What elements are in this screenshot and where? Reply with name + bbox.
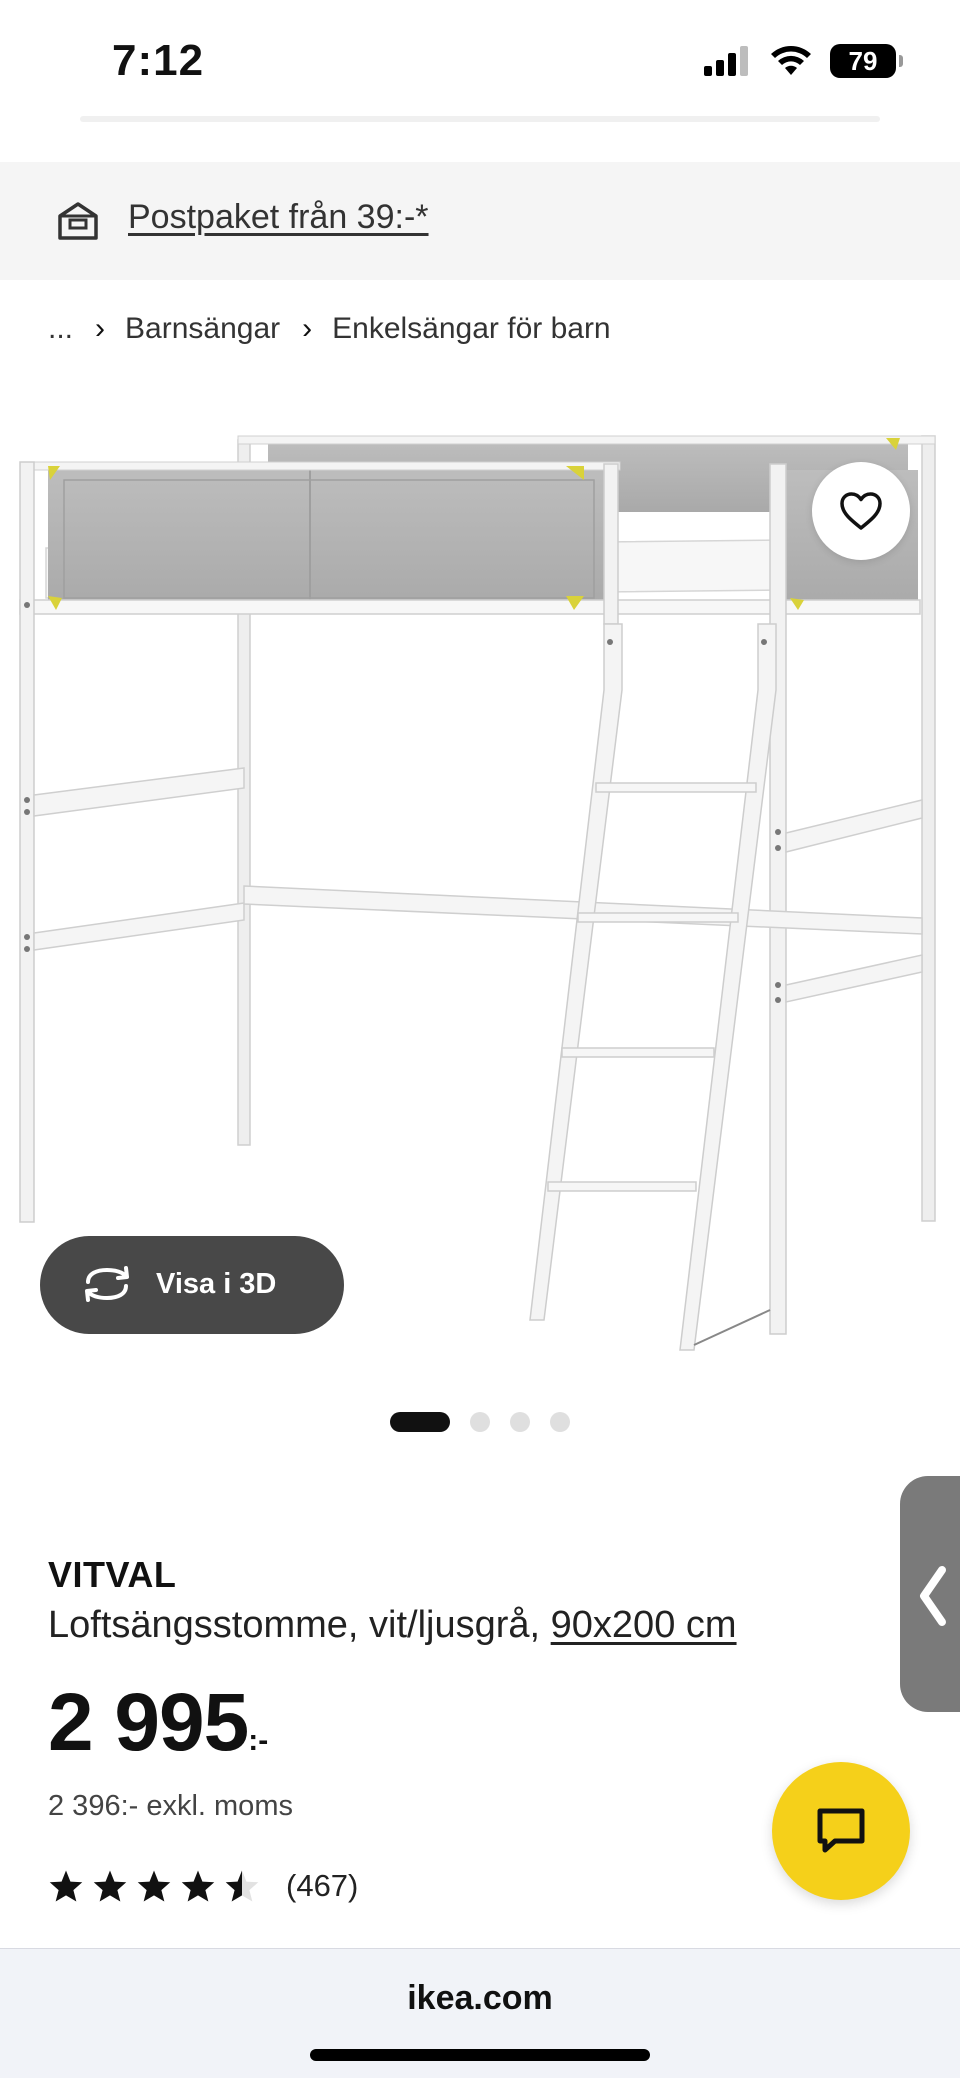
favorite-button[interactable] xyxy=(812,462,910,560)
chat-button[interactable] xyxy=(772,1762,910,1900)
rating-stars xyxy=(48,1869,260,1903)
promo-banner[interactable]: Postpaket från 39:-* xyxy=(0,162,960,280)
status-bar: 7:12 79 xyxy=(0,0,960,120)
product-image[interactable] xyxy=(0,400,960,1370)
product-name: VITVAL xyxy=(48,1554,177,1595)
rating-count[interactable]: (467) xyxy=(286,1868,358,1904)
heart-icon xyxy=(840,492,882,530)
product-price: 2 995 :- xyxy=(48,1682,268,1764)
url-text[interactable]: ikea.com xyxy=(0,1979,960,2018)
product-size-link[interactable]: 90x200 cm xyxy=(551,1604,737,1646)
price-amount: 2 995 xyxy=(48,1677,249,1768)
chevron-right-icon: › xyxy=(302,312,313,345)
sheet-handle xyxy=(80,116,880,122)
star-icon xyxy=(49,1870,83,1902)
breadcrumb-ellipsis[interactable]: ... xyxy=(48,312,73,346)
product-description-text: Loftsängsstomme, vit/ljusgrå, xyxy=(48,1604,541,1646)
star-icon xyxy=(137,1870,171,1902)
home-indicator[interactable] xyxy=(310,2049,650,2061)
breadcrumb-item-enkelsangar[interactable]: Enkelsängar för barn xyxy=(332,312,611,346)
package-delivery-icon xyxy=(58,202,98,240)
view-3d-label: Visa i 3D xyxy=(156,1268,277,1300)
carousel-dots xyxy=(390,1412,570,1432)
carousel-dot[interactable] xyxy=(390,1412,450,1432)
product-rating[interactable]: (467) xyxy=(48,1868,358,1904)
side-panel-tab[interactable] xyxy=(900,1476,960,1712)
view-3d-button[interactable]: Visa i 3D xyxy=(40,1236,344,1334)
carousel-dot[interactable] xyxy=(510,1412,530,1432)
chevron-left-icon xyxy=(920,1566,946,1626)
promo-link[interactable]: Postpaket från 39:-* xyxy=(128,198,429,237)
rotate-3d-icon xyxy=(85,1266,129,1302)
carousel-dot[interactable] xyxy=(470,1412,490,1432)
battery-level: 79 xyxy=(848,45,878,76)
product-description: Loftsängsstomme, vit/ljusgrå, 90x200 cm xyxy=(48,1604,737,1647)
chat-bubble-icon xyxy=(817,1808,865,1853)
status-icons: 79 xyxy=(704,44,903,78)
breadcrumb-item-barnsangar[interactable]: Barnsängar xyxy=(125,312,280,346)
half-star-icon xyxy=(225,1870,259,1902)
cellular-signal-icon xyxy=(704,46,748,76)
star-icon xyxy=(93,1870,127,1902)
carousel-dot[interactable] xyxy=(550,1412,570,1432)
wifi-icon xyxy=(771,46,811,75)
browser-url-bar[interactable]: ikea.com xyxy=(0,1948,960,2078)
price-suffix: :- xyxy=(248,1724,269,1757)
breadcrumb: ... › Barnsängar › Enkelsängar för barn xyxy=(48,312,611,346)
battery-icon: 79 xyxy=(830,44,903,78)
status-time: 7:12 xyxy=(112,36,205,85)
price-excl-vat: 2 396:- exkl. moms xyxy=(48,1790,293,1822)
chevron-right-icon: › xyxy=(95,312,106,345)
star-icon xyxy=(181,1870,215,1902)
